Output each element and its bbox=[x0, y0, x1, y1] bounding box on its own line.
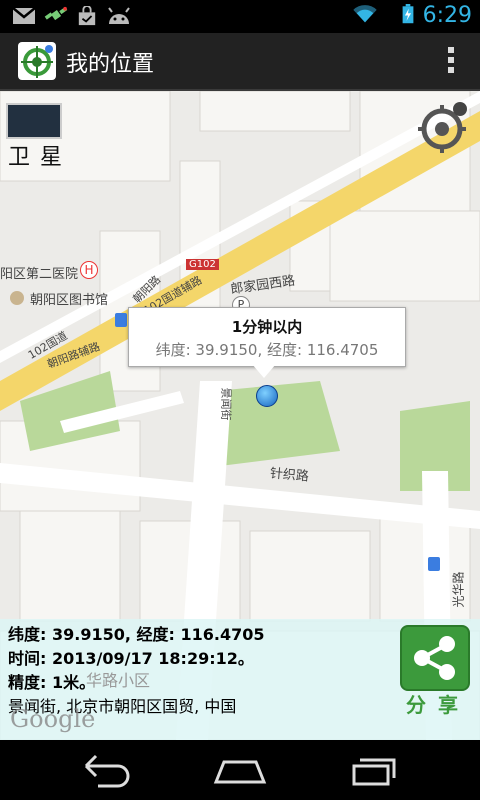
wifi-icon bbox=[353, 5, 377, 23]
popup-coordinates: 纬度: 39.9150, 经度: 116.4705 bbox=[155, 341, 379, 359]
recent-apps-icon[interactable] bbox=[344, 748, 404, 792]
clock: 6:29 bbox=[422, 3, 472, 28]
google-logo: Google bbox=[10, 705, 96, 733]
popup-title: 1分钟以内 bbox=[231, 318, 303, 336]
satellite-button-label: 卫星 bbox=[8, 145, 73, 170]
gmail-icon bbox=[12, 7, 36, 24]
overflow-menu-icon[interactable] bbox=[446, 47, 456, 77]
page-title: 我的位置 bbox=[66, 52, 155, 77]
bus-stop-icon bbox=[115, 313, 127, 327]
share-button[interactable]: 分享 bbox=[398, 623, 470, 717]
satellite-thumbnail-icon bbox=[6, 103, 62, 139]
gps-locate-icon[interactable] bbox=[416, 99, 472, 155]
info-accuracy: 精度: 1米。 bbox=[8, 673, 96, 692]
map-label-zhenzhi-road: 针织路 bbox=[269, 466, 310, 485]
map-label-side-road: 光华路 bbox=[451, 571, 466, 608]
app-icon[interactable] bbox=[18, 42, 56, 80]
map-view[interactable]: 阳区第二医院 H 朝阳区图书馆 G102 郎家园西路 针织路 102国道 朝阳路… bbox=[0, 91, 480, 740]
back-icon[interactable] bbox=[76, 748, 136, 792]
hospital-icon: H bbox=[80, 261, 98, 279]
library-icon bbox=[10, 291, 24, 305]
bus-stop-icon-2 bbox=[428, 557, 440, 571]
satellite-notification-icon bbox=[44, 6, 68, 21]
map-label-residential: 华路小区 bbox=[86, 671, 151, 690]
shopping-bag-icon bbox=[78, 6, 96, 26]
map-label-g102: G102 bbox=[186, 259, 219, 270]
share-label: 分享 bbox=[406, 693, 470, 717]
home-icon[interactable] bbox=[210, 748, 270, 792]
android-icon bbox=[108, 7, 130, 24]
satellite-toggle-button[interactable]: 卫星 bbox=[4, 99, 72, 170]
map-label-jingwen-street: 景闻街 bbox=[219, 387, 233, 421]
info-time: 时间: 2013/09/17 18:29:12。 bbox=[8, 649, 254, 668]
map-label-library: 朝阳区图书馆 bbox=[30, 293, 109, 308]
share-icon bbox=[400, 625, 470, 691]
info-coordinates: 纬度: 39.9150, 经度: 116.4705 bbox=[8, 625, 265, 644]
location-popup[interactable]: 1分钟以内 纬度: 39.9150, 经度: 116.4705 bbox=[128, 307, 406, 367]
map-label-hospital: 阳区第二医院 bbox=[0, 267, 79, 282]
battery-charging-icon bbox=[402, 4, 414, 24]
navigation-bar bbox=[0, 740, 480, 800]
status-bar: 6:29 bbox=[0, 0, 480, 33]
location-marker-icon[interactable] bbox=[256, 385, 278, 407]
popup-pointer bbox=[252, 364, 276, 378]
action-bar: 我的位置 bbox=[0, 33, 480, 91]
